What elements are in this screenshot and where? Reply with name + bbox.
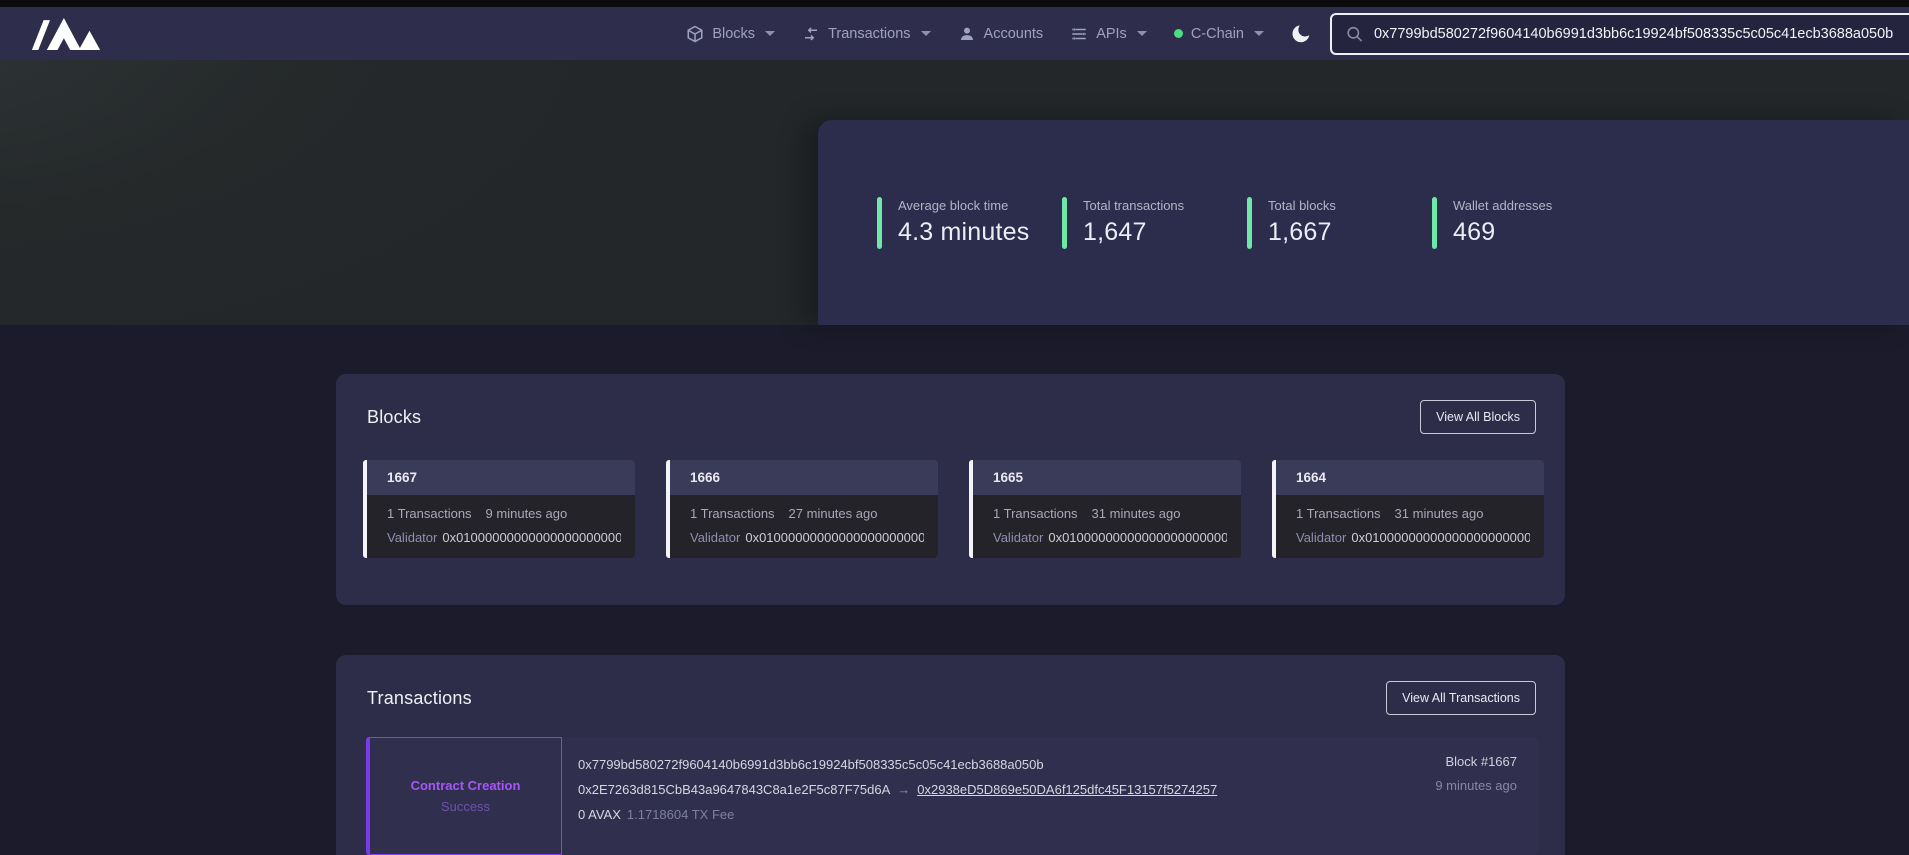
- chevron-down-icon: [921, 31, 931, 36]
- transactions-section-title: Transactions: [367, 688, 472, 709]
- block-number[interactable]: 1665: [973, 460, 1241, 495]
- nav-item-transactions[interactable]: Transactions: [802, 25, 930, 43]
- validator-label: Validator: [993, 530, 1043, 545]
- transaction-type-cell: Contract Creation Success: [366, 737, 562, 855]
- hero-section: Average block time 4.3 minutes Total tra…: [0, 60, 1909, 325]
- validator-label: Validator: [1296, 530, 1346, 545]
- block-tile[interactable]: 1666 1 Transactions 27 minutes ago Valida…: [666, 460, 938, 558]
- stat-average-block-time: Average block time 4.3 minutes: [877, 197, 1062, 249]
- block-age: 9 minutes ago: [486, 506, 568, 521]
- transaction-row[interactable]: Contract Creation Success 0x7799bd580272…: [366, 737, 1539, 855]
- transaction-type: Contract Creation: [411, 778, 521, 793]
- validator-address: 0x010000000000000000000000...: [1048, 530, 1227, 545]
- nav-item-accounts[interactable]: Accounts: [958, 25, 1044, 43]
- stat-wallet-addresses: Wallet addresses 469: [1432, 197, 1617, 249]
- validator-address: 0x010000000000000000000000...: [745, 530, 924, 545]
- nav-item-apis[interactable]: APIs: [1070, 25, 1147, 43]
- nav-item-label: APIs: [1096, 26, 1127, 42]
- validator-label: Validator: [690, 530, 740, 545]
- nav-menu: Blocks Transactions Accounts APIs: [659, 13, 1909, 55]
- stat-label: Average block time: [898, 198, 1029, 213]
- view-all-blocks-button[interactable]: View All Blocks: [1420, 400, 1536, 434]
- stat-accent-bar: [877, 197, 882, 249]
- search-icon: [1345, 24, 1364, 44]
- arrow-right-icon: →: [897, 782, 910, 797]
- transaction-block-link[interactable]: Block #1667: [1359, 754, 1517, 769]
- window-top-strip: [0, 0, 1909, 7]
- chevron-down-icon: [1254, 31, 1264, 36]
- blocks-section-title: Blocks: [367, 407, 421, 428]
- block-tx-count: 1 Transactions: [690, 506, 775, 521]
- nav-item-label: Accounts: [984, 26, 1044, 42]
- block-tile[interactable]: 1665 1 Transactions 31 minutes ago Valida…: [969, 460, 1241, 558]
- stat-value: 4.3 minutes: [898, 218, 1029, 247]
- stat-label: Wallet addresses: [1453, 198, 1552, 213]
- cube-icon: [686, 25, 704, 43]
- search-input[interactable]: [1374, 26, 1903, 42]
- stat-value: 469: [1453, 218, 1552, 247]
- stat-label: Total blocks: [1268, 198, 1336, 213]
- block-age: 27 minutes ago: [789, 506, 878, 521]
- validator-address: 0x010000000000000000000000...: [442, 530, 621, 545]
- stat-value: 1,647: [1083, 218, 1184, 247]
- nav-item-label: Blocks: [712, 26, 755, 42]
- stats-panel: Average block time 4.3 minutes Total tra…: [818, 120, 1909, 325]
- from-address[interactable]: 0x2E7263d815CbB43a9647843C8a1e2F5c87F75d…: [578, 782, 890, 797]
- sliders-icon: [1070, 25, 1088, 43]
- nav-item-label: C-Chain: [1191, 26, 1244, 42]
- block-age: 31 minutes ago: [1395, 506, 1484, 521]
- stat-total-blocks: Total blocks 1,667: [1247, 197, 1432, 249]
- stat-accent-bar: [1432, 197, 1437, 249]
- nav-item-blocks[interactable]: Blocks: [686, 25, 775, 43]
- block-tile[interactable]: 1664 1 Transactions 31 minutes ago Valida…: [1272, 460, 1544, 558]
- avalanche-logo[interactable]: [28, 18, 104, 50]
- block-tile[interactable]: 1667 1 Transactions 9 minutes ago Validat…: [363, 460, 635, 558]
- block-number[interactable]: 1667: [367, 460, 635, 495]
- stat-accent-bar: [1247, 197, 1252, 249]
- block-number[interactable]: 1666: [670, 460, 938, 495]
- blocks-section-card: Blocks View All Blocks 1667 1 Transactio…: [336, 374, 1565, 605]
- transaction-status: Success: [441, 799, 490, 814]
- moon-icon: [1290, 23, 1312, 45]
- block-tx-count: 1 Transactions: [993, 506, 1078, 521]
- search-bar: [1330, 13, 1909, 55]
- transactions-section-card: Transactions View All Transactions Contr…: [336, 655, 1565, 855]
- stat-total-transactions: Total transactions 1,647: [1062, 197, 1247, 249]
- block-age: 31 minutes ago: [1092, 506, 1181, 521]
- navbar: Blocks Transactions Accounts APIs: [0, 7, 1909, 60]
- validator-label: Validator: [387, 530, 437, 545]
- nav-item-chain-selector[interactable]: C-Chain: [1174, 26, 1264, 42]
- theme-toggle[interactable]: [1290, 23, 1312, 45]
- person-icon: [958, 25, 976, 43]
- nav-item-label: Transactions: [828, 26, 910, 42]
- block-tx-count: 1 Transactions: [387, 506, 472, 521]
- block-number[interactable]: 1664: [1276, 460, 1544, 495]
- stat-accent-bar: [1062, 197, 1067, 249]
- stat-label: Total transactions: [1083, 198, 1184, 213]
- block-tx-count: 1 Transactions: [1296, 506, 1381, 521]
- block-tiles: 1667 1 Transactions 9 minutes ago Validat…: [363, 460, 1544, 558]
- swap-arrows-icon: [802, 25, 820, 43]
- transaction-meta: Block #1667 9 minutes ago: [1359, 737, 1539, 855]
- transaction-age: 9 minutes ago: [1359, 778, 1517, 793]
- stat-value: 1,667: [1268, 218, 1336, 247]
- chain-status-dot-icon: [1174, 29, 1183, 38]
- chevron-down-icon: [1137, 31, 1147, 36]
- validator-address: 0x010000000000000000000000...: [1351, 530, 1530, 545]
- transaction-details: 0x7799bd580272f9604140b6991d3bb6c19924bf…: [562, 737, 1359, 855]
- chevron-down-icon: [765, 31, 775, 36]
- view-all-transactions-button[interactable]: View All Transactions: [1386, 681, 1536, 715]
- transaction-hash[interactable]: 0x7799bd580272f9604140b6991d3bb6c19924bf…: [578, 757, 1359, 772]
- to-address-link[interactable]: 0x2938eD5D869e50DA6f125dfc45F13157f52742…: [917, 782, 1217, 797]
